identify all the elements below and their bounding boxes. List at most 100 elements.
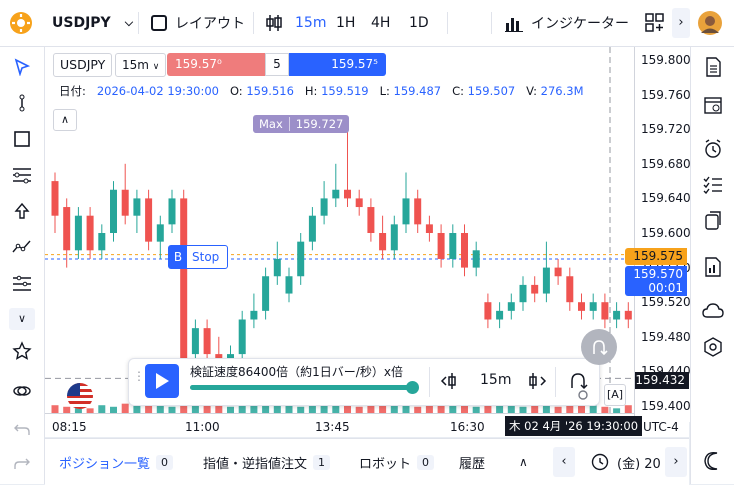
volume-bar — [215, 405, 223, 413]
pitchfork-icon[interactable] — [8, 269, 36, 297]
candle-body — [379, 233, 387, 251]
candle-body — [461, 233, 468, 268]
candle-body — [484, 302, 492, 320]
buy-button[interactable]: 159.57⁵ — [289, 53, 386, 76]
candle-body — [554, 267, 562, 277]
play-button[interactable] — [145, 364, 179, 398]
legend-close-label: C: — [452, 84, 464, 98]
price-tick: 159.520 — [641, 295, 691, 310]
tab-positions[interactable]: ポジション一覧 0 — [59, 439, 174, 485]
sell-button[interactable]: 159.57⁰ — [167, 53, 265, 76]
tab-robot-label: ロボット — [359, 456, 412, 472]
collapse-legend-chevron-icon[interactable]: ∧ — [53, 109, 77, 131]
legend-date-label: 日付: — [59, 84, 86, 98]
candle-type-icon[interactable] — [265, 0, 283, 46]
tab-orders[interactable]: 指値・逆指値注文 1 — [203, 439, 331, 485]
indicators-button[interactable]: インジケーター — [505, 0, 629, 46]
rectangle-icon[interactable] — [8, 125, 36, 153]
legend-volume-value: 276.3M — [540, 84, 584, 98]
chart-area[interactable]: 159.800 159.760 159.720 159.680 159.640 159.6… — [45, 47, 691, 437]
undo-icon[interactable] — [8, 415, 36, 443]
favorite-star-icon[interactable] — [8, 337, 36, 365]
more-tools-chevron-icon[interactable]: ∨ — [8, 305, 36, 333]
layout-button[interactable]: レイアウト — [151, 0, 245, 46]
stop-price-tag: 159.575 — [625, 248, 687, 265]
link-icon[interactable] — [8, 377, 36, 405]
quantity-field[interactable]: 5 — [265, 53, 289, 76]
symbol-label: USDJPY — [52, 15, 111, 31]
candle-body — [168, 198, 176, 225]
crosshair-price-tag: 159.432 — [635, 372, 689, 389]
interval-4h[interactable]: 4H — [371, 0, 390, 46]
auto-scale-icon[interactable]: [A] — [604, 384, 626, 406]
chevron-right-icon[interactable]: › — [672, 0, 690, 46]
candle-body — [285, 276, 293, 294]
replay-interval[interactable]: 15m — [480, 372, 511, 388]
volume-bar — [461, 405, 468, 413]
crosshair-time-tag: 木 02 4月 '26 19:30:00 — [505, 416, 643, 436]
symbol-selector[interactable]: USDJPY ⌵ — [52, 0, 133, 46]
forecast-icon[interactable] — [8, 233, 36, 261]
settings-hexagon-icon[interactable] — [699, 333, 727, 361]
candle-body — [601, 302, 609, 320]
price-axis[interactable]: 159.800 159.760 159.720 159.680 159.640 159.6… — [634, 47, 691, 422]
replay-progress-track[interactable] — [190, 385, 412, 390]
alarm-clock-icon[interactable] — [699, 135, 727, 163]
cursor-icon[interactable] — [8, 53, 36, 81]
fib-retracement-icon[interactable] — [8, 161, 36, 189]
candle-body — [589, 302, 597, 311]
settings-gear-icon[interactable] — [8, 0, 34, 46]
tab-robot[interactable]: ロボット 0 — [359, 439, 435, 485]
volume-bar — [145, 405, 153, 413]
avatar[interactable] — [698, 0, 722, 46]
interval-15m[interactable]: 15m — [295, 0, 326, 46]
expand-panel-chevron-icon[interactable]: ∧ — [519, 439, 528, 485]
calendar-icon[interactable] — [699, 91, 727, 119]
max-label: Max — [259, 117, 283, 131]
volume-bar — [624, 405, 632, 413]
candle-body — [613, 310, 621, 320]
candle-body — [414, 198, 422, 225]
candle-body — [496, 310, 504, 320]
replay-progress-handle[interactable] — [406, 381, 419, 394]
tab-orders-label: 指値・逆指値注文 — [203, 456, 308, 472]
candle-body — [320, 198, 328, 216]
redo-icon[interactable] — [8, 449, 36, 477]
volume-bar — [344, 405, 351, 413]
legend-volume-label: V: — [526, 84, 537, 98]
chart-interval-box[interactable]: 15m ∨ — [115, 53, 167, 77]
dark-mode-moon-icon[interactable] — [699, 447, 727, 475]
replay-speed-text: 検証速度86400倍（約1日バー/秒）x倍 — [190, 365, 403, 379]
left-drawing-toolbar: ∨ — [0, 47, 45, 484]
tab-history[interactable]: 履歴 — [459, 439, 485, 485]
checklist-icon[interactable] — [699, 171, 727, 199]
report-icon[interactable] — [699, 253, 727, 281]
date-nav-display[interactable]: (金) 20 — [591, 439, 661, 485]
date-nav-prev-icon[interactable]: ‹ — [553, 439, 575, 485]
trend-line-icon[interactable] — [8, 89, 36, 117]
timezone-label[interactable]: UTC-4 — [643, 420, 679, 434]
legend-open-label: O: — [229, 84, 243, 98]
step-forward-icon[interactable] — [525, 370, 547, 396]
replay-floating-button[interactable] — [581, 329, 617, 365]
candle-body — [74, 215, 82, 251]
stop-order-label[interactable]: B Stop — [168, 245, 229, 269]
settings-small-icon[interactable] — [576, 387, 590, 406]
candle-body — [51, 181, 59, 216]
step-back-icon[interactable] — [440, 370, 462, 396]
date-nav-next-icon[interactable]: › — [665, 439, 687, 485]
price-tick: 159.800 — [641, 53, 691, 67]
chart-symbol-box[interactable]: USDJPY — [53, 53, 113, 77]
price-tick: 159.760 — [641, 87, 691, 102]
candle-body — [437, 233, 445, 259]
add-widget-icon[interactable] — [645, 0, 665, 46]
candle-body — [578, 302, 585, 311]
order-ticket-icon[interactable] — [699, 53, 727, 81]
interval-1d[interactable]: 1D — [409, 0, 429, 46]
notes-icon[interactable] — [699, 207, 727, 235]
interval-1h[interactable]: 1H — [336, 0, 355, 46]
cloud-icon[interactable] — [699, 297, 727, 325]
arrow-up-icon[interactable] — [8, 197, 36, 225]
price-tick: 159.640 — [641, 191, 691, 206]
candle-body — [449, 233, 457, 259]
